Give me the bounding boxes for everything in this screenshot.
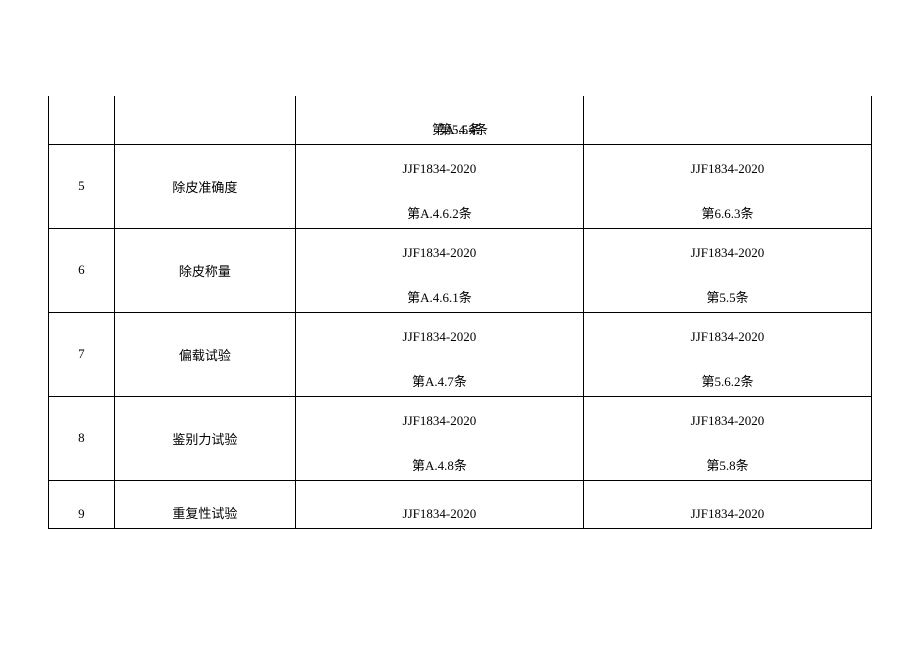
cell-text: 第A.4.8条 [296, 455, 583, 474]
cell-num: 9 [49, 480, 115, 528]
cell-num: 8 [49, 396, 115, 480]
cell-text: JJF1834-2020 [584, 161, 871, 177]
cell-text: 第A.4.7条 [296, 371, 583, 390]
cell-name: 除皮准确度 [114, 144, 295, 228]
cell-col4: JJF1834-2020 第5.8条 [583, 396, 871, 480]
cell-text: 第5.5条 [49, 119, 872, 138]
cell-text: JJF1834-2020 [296, 161, 583, 177]
cell-col4: JJF1834-2020 第5.6.2条 [583, 312, 871, 396]
cell-num: 6 [49, 228, 115, 312]
cell-col4: JJF1834-2020 [583, 480, 871, 528]
cell-text: 第5.5条 [584, 287, 871, 306]
table-row: 6 除皮称量 JJF1834-2020 第A.4.6.1条 JJF1834-20… [49, 228, 872, 312]
cell-text: 第5.8条 [584, 455, 871, 474]
row-number: 5 [78, 178, 85, 193]
cell-col4: JJF1834-2020 第6.6.3条 [583, 144, 871, 228]
row-number: 9 [49, 506, 114, 522]
cell-text: 第A.4.6.2条 [296, 203, 583, 222]
row-number: 8 [78, 430, 85, 445]
item-name: 偏载试验 [179, 348, 231, 363]
cell-name: 除皮称量 [114, 228, 295, 312]
cell-col3: JJF1834-2020 第A.4.6.1条 [295, 228, 583, 312]
table-row: 9 重复性试验 JJF1834-2020 JJF1834-2020 [49, 480, 872, 528]
cell-col4: JJF1834-2020 第5.5条 [583, 228, 871, 312]
cell-text: JJF1834-2020 [584, 506, 871, 522]
table-row: 7 偏载试验 JJF1834-2020 第A.4.7条 JJF1834-2020… [49, 312, 872, 396]
cell-col4: 第5.5条 [583, 96, 871, 144]
item-name: 除皮称量 [179, 264, 231, 279]
row-number: 6 [78, 262, 85, 277]
cell-col3: JJF1834-2020 第A.4.7条 [295, 312, 583, 396]
item-name: 鉴别力试验 [172, 432, 237, 447]
row-number: 7 [78, 346, 85, 361]
data-table: 第A·4.4条 第5.5条 5 除皮准确度 JJF1834-2020 第A.4.… [48, 96, 872, 529]
cell-text: 第5.6.2条 [584, 371, 871, 390]
cell-col3: JJF1834-2020 第A.4.8条 [295, 396, 583, 480]
cell-text: JJF1834-2020 [296, 329, 583, 345]
cell-num: 5 [49, 144, 115, 228]
cell-text: 第A.4.6.1条 [296, 287, 583, 306]
cell-num: 7 [49, 312, 115, 396]
cell-text: JJF1834-2020 [296, 506, 583, 522]
item-name: 除皮准确度 [172, 180, 237, 195]
cell-col3: JJF1834-2020 第A.4.6.2条 [295, 144, 583, 228]
cell-text: JJF1834-2020 [296, 413, 583, 429]
cell-name: 偏载试验 [114, 312, 295, 396]
table-container: 第A·4.4条 第5.5条 5 除皮准确度 JJF1834-2020 第A.4.… [0, 96, 920, 529]
cell-text: JJF1834-2020 [584, 245, 871, 261]
cell-text: JJF1834-2020 [584, 329, 871, 345]
cell-text: 第6.6.3条 [584, 203, 871, 222]
item-name: 重复性试验 [115, 503, 295, 522]
table-row: 第A·4.4条 第5.5条 [49, 96, 872, 144]
table-row: 8 鉴别力试验 JJF1834-2020 第A.4.8条 JJF1834-202… [49, 396, 872, 480]
cell-name: 鉴别力试验 [114, 396, 295, 480]
cell-text: JJF1834-2020 [584, 413, 871, 429]
cell-col3: JJF1834-2020 [295, 480, 583, 528]
table-row: 5 除皮准确度 JJF1834-2020 第A.4.6.2条 JJF1834-2… [49, 144, 872, 228]
cell-name: 重复性试验 [114, 480, 295, 528]
cell-text: JJF1834-2020 [296, 245, 583, 261]
